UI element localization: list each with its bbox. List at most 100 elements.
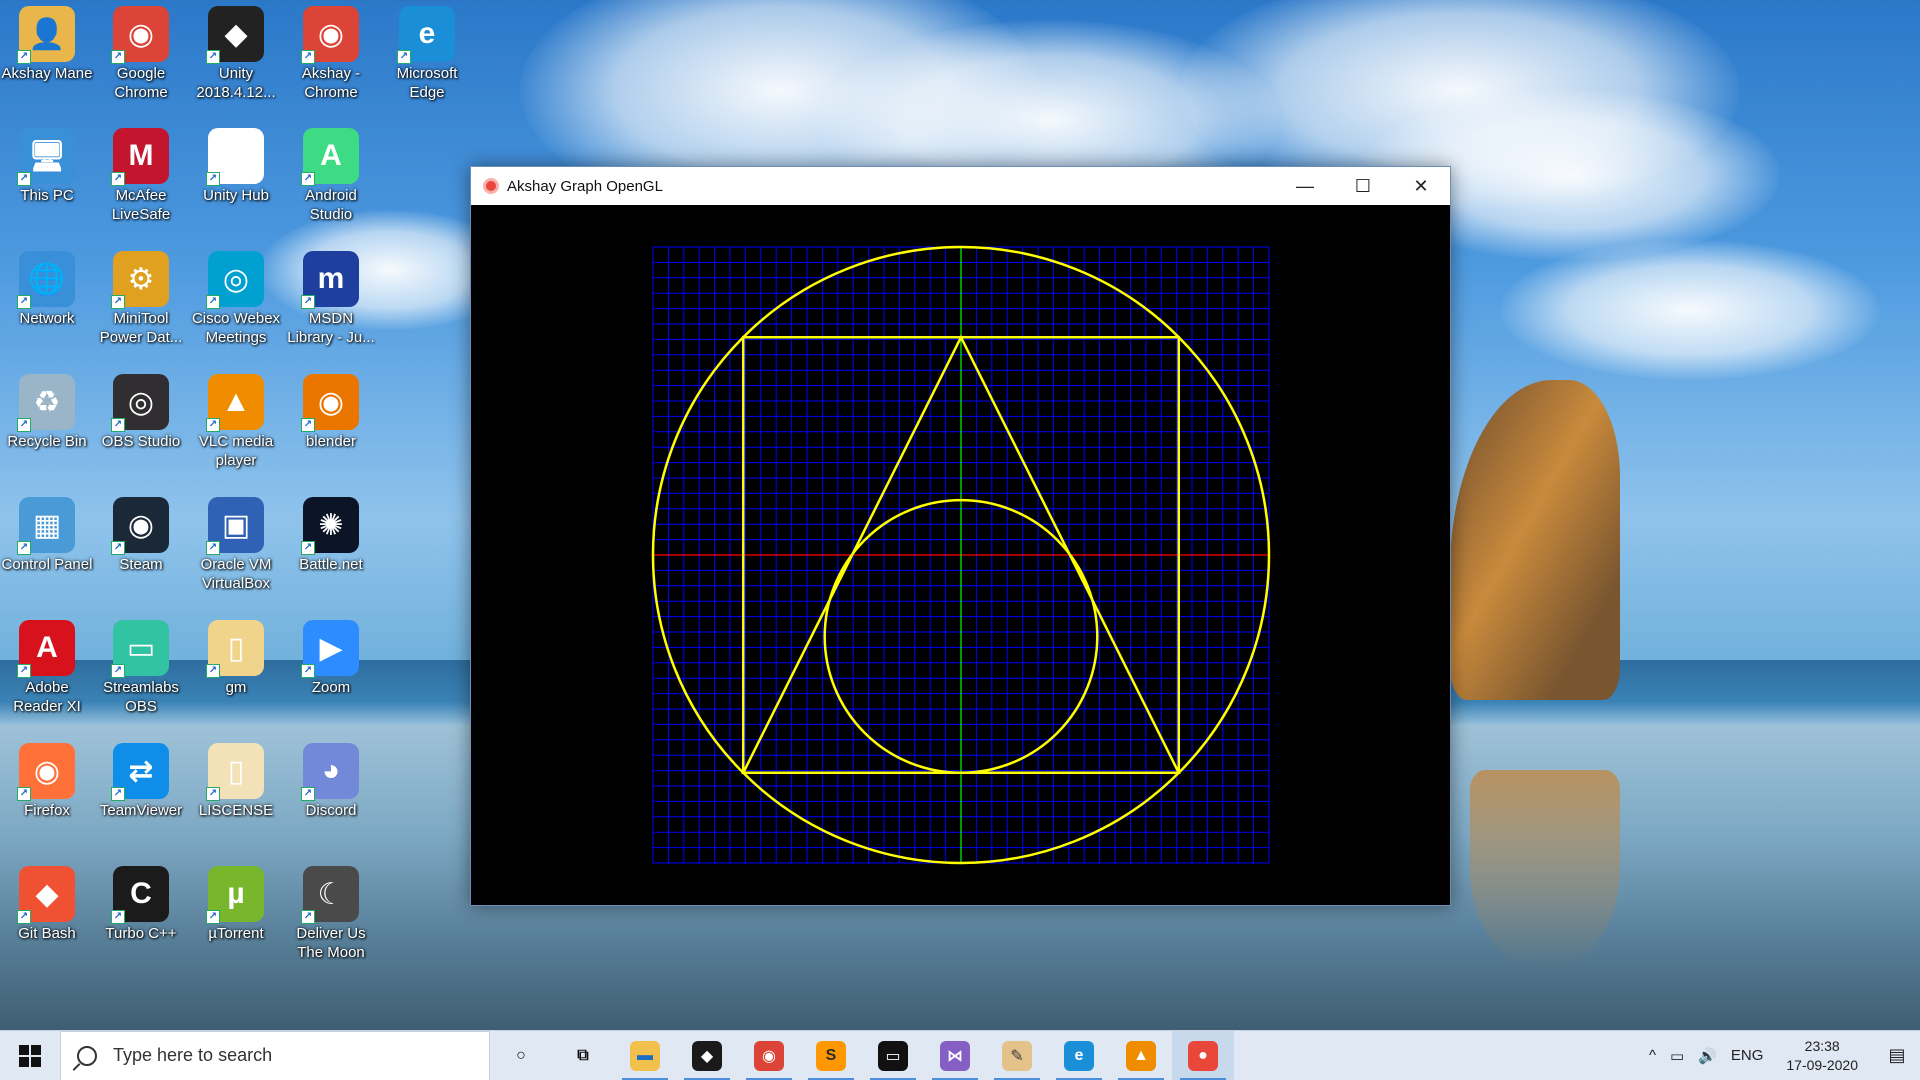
taskbar-button[interactable]: ◆ bbox=[676, 1031, 738, 1080]
shortcut-arrow-icon: ↗ bbox=[111, 172, 125, 186]
desktop-icon[interactable]: m ↗ MSDN Library - Ju... bbox=[284, 245, 378, 363]
desktop-icon[interactable]: 👤 ↗ Akshay Mane bbox=[0, 0, 94, 118]
taskbar-button[interactable]: e bbox=[1048, 1031, 1110, 1080]
close-button[interactable]: ✕ bbox=[1392, 167, 1450, 205]
desktop-icon[interactable]: A ↗ Android Studio bbox=[284, 122, 378, 240]
taskbar-button[interactable]: ▬ bbox=[614, 1031, 676, 1080]
shortcut-arrow-icon: ↗ bbox=[111, 541, 125, 555]
teamviewer-icon: ⇄ ↗ bbox=[111, 743, 169, 801]
discord-icon: ◕ ↗ bbox=[301, 743, 359, 801]
shortcut-arrow-icon: ↗ bbox=[206, 664, 220, 678]
desktop-icon[interactable]: ◎ ↗ OBS Studio bbox=[94, 368, 188, 486]
clock-date: 17-09-2020 bbox=[1786, 1056, 1858, 1073]
desktop-icon[interactable]: µ ↗ µTorrent bbox=[189, 860, 283, 978]
utorrent-icon: µ ↗ bbox=[206, 866, 264, 924]
shortcut-arrow-icon: ↗ bbox=[206, 50, 220, 64]
taskbar-button[interactable]: S bbox=[800, 1031, 862, 1080]
shortcut-arrow-icon: ↗ bbox=[17, 295, 31, 309]
desktop-icon[interactable]: ◉ ↗ blender bbox=[284, 368, 378, 486]
opengl-canvas[interactable] bbox=[471, 205, 1450, 905]
desktop-icon[interactable]: ◕ ↗ Discord bbox=[284, 737, 378, 855]
network-icon: 🌐 ↗ bbox=[17, 251, 75, 309]
window-titlebar[interactable]: Akshay Graph OpenGL — ☐ ✕ bbox=[471, 167, 1450, 205]
opengl-window[interactable]: Akshay Graph OpenGL — ☐ ✕ bbox=[470, 166, 1451, 906]
desktop-icon[interactable]: 🖥 ↗ This PC bbox=[0, 122, 94, 240]
language-indicator[interactable]: ENG bbox=[1724, 1047, 1771, 1064]
shortcut-arrow-icon: ↗ bbox=[301, 172, 315, 186]
desktop-icon[interactable]: ⚙ ↗ MiniTool Power Dat... bbox=[94, 245, 188, 363]
system-tray: ^ ▭ 🔊 ENG 23:38 17-09-2020 ▤ bbox=[1642, 1031, 1920, 1080]
desktop-icon-label: Network bbox=[19, 310, 75, 327]
desktop-icon-label: Akshay - Chrome bbox=[301, 65, 361, 101]
desktop-icon[interactable]: C ↗ Turbo C++ bbox=[94, 860, 188, 978]
desktop-icon[interactable]: ▲ ↗ VLC media player bbox=[189, 368, 283, 486]
desktop-icon[interactable]: A ↗ Adobe Reader XI bbox=[0, 614, 94, 732]
shortcut-arrow-icon: ↗ bbox=[301, 664, 315, 678]
adobe-reader-icon: A ↗ bbox=[17, 620, 75, 678]
desktop-icon[interactable]: ◆ ↗ Unity 2018.4.12... bbox=[189, 0, 283, 118]
sublime-text-icon: S bbox=[816, 1040, 846, 1071]
desktop-icon[interactable]: ☾ ↗ Deliver Us The Moon bbox=[284, 860, 378, 978]
opengl-app-icon bbox=[483, 178, 499, 194]
desktop-icon-label: Cisco Webex Meetings bbox=[191, 310, 281, 346]
clock-time: 23:38 bbox=[1804, 1037, 1840, 1054]
desktop-icon-label: Deliver Us The Moon bbox=[296, 925, 366, 961]
taskbar-button[interactable]: ▲ bbox=[1110, 1031, 1172, 1080]
desktop-icon[interactable]: ▯ ↗ LISCENSE bbox=[189, 737, 283, 855]
maximize-button[interactable]: ☐ bbox=[1334, 167, 1392, 205]
taskbar-button[interactable]: ○ bbox=[490, 1031, 552, 1080]
desktop-icon[interactable]: ✺ ↗ Battle.net bbox=[284, 491, 378, 609]
clock[interactable]: 23:38 17-09-2020 bbox=[1770, 1037, 1874, 1075]
shortcut-arrow-icon: ↗ bbox=[111, 295, 125, 309]
shortcut-arrow-icon: ↗ bbox=[17, 172, 31, 186]
taskbar-button[interactable]: ✎ bbox=[986, 1031, 1048, 1080]
desktop-icon[interactable]: ◎ ↗ Cisco Webex Meetings bbox=[189, 245, 283, 363]
search-box[interactable]: Type here to search bbox=[60, 1030, 490, 1080]
desktop-icon[interactable]: ◉ ↗ Firefox bbox=[0, 737, 94, 855]
desktop-icon[interactable]: ◆ ↗ Git Bash bbox=[0, 860, 94, 978]
desktop-icon[interactable]: ▯ ↗ gm bbox=[189, 614, 283, 732]
android-studio-icon: A ↗ bbox=[301, 128, 359, 186]
desktop-icon[interactable]: ▶ ↗ Zoom bbox=[284, 614, 378, 732]
visual-studio-icon: ⋈ bbox=[940, 1040, 970, 1071]
desktop-icon[interactable]: ▦ ↗ Control Panel bbox=[0, 491, 94, 609]
task-view-icon: ⧉ bbox=[568, 1040, 598, 1071]
terminal-icon: ▭ bbox=[878, 1040, 908, 1071]
tray-overflow-chevron-icon[interactable]: ^ bbox=[1642, 1047, 1663, 1064]
vlc-icon: ▲ bbox=[1126, 1040, 1156, 1071]
shortcut-arrow-icon: ↗ bbox=[206, 418, 220, 432]
taskbar-button[interactable]: ▭ bbox=[862, 1031, 924, 1080]
desktop-icon[interactable]: ⇄ ↗ TeamViewer bbox=[94, 737, 188, 855]
desktop-icon-label: Streamlabs OBS bbox=[103, 679, 179, 715]
desktop-icon[interactable]: ▣ ↗ Oracle VM VirtualBox bbox=[189, 491, 283, 609]
desktop-icon[interactable]: ◉ ↗ Akshay - Chrome bbox=[284, 0, 378, 118]
minimize-button[interactable]: — bbox=[1276, 167, 1334, 205]
taskbar-button[interactable]: ⧉ bbox=[552, 1031, 614, 1080]
desktop-icon[interactable]: M ↗ McAfee LiveSafe bbox=[94, 122, 188, 240]
taskbar-button[interactable]: ◉ bbox=[738, 1031, 800, 1080]
shortcut-arrow-icon: ↗ bbox=[17, 541, 31, 555]
desktop-icon[interactable]: ♻ ↗ Recycle Bin bbox=[0, 368, 94, 486]
desktop-icon[interactable]: e ↗ Microsoft Edge bbox=[380, 0, 474, 118]
taskbar-button[interactable]: ● bbox=[1172, 1030, 1234, 1080]
desktop-icon[interactable]: ◉ ↗ Google Chrome bbox=[94, 0, 188, 118]
battery-icon[interactable]: ▭ bbox=[1663, 1047, 1691, 1065]
desktop-icon[interactable]: 🌐 ↗ Network bbox=[0, 245, 94, 363]
shortcut-arrow-icon: ↗ bbox=[206, 172, 220, 186]
msdn-icon: m ↗ bbox=[301, 251, 359, 309]
paint-icon: ✎ bbox=[1002, 1040, 1032, 1071]
shortcut-arrow-icon: ↗ bbox=[301, 910, 315, 924]
opengl-app-icon: ● bbox=[1188, 1040, 1218, 1071]
desktop-icon[interactable]: ▭ ↗ Streamlabs OBS bbox=[94, 614, 188, 732]
vlc-icon: ▲ ↗ bbox=[206, 374, 264, 432]
volume-icon[interactable]: 🔊 bbox=[1691, 1047, 1724, 1065]
desktop-icon-label: Unity Hub bbox=[203, 187, 269, 204]
taskbar-button[interactable]: ⋈ bbox=[924, 1031, 986, 1080]
steam-icon: ◉ ↗ bbox=[111, 497, 169, 555]
start-button[interactable] bbox=[0, 1031, 60, 1080]
desktop-icon-label: Steam bbox=[119, 556, 163, 573]
shortcut-arrow-icon: ↗ bbox=[301, 50, 315, 64]
notification-center-icon[interactable]: ▤ bbox=[1874, 1031, 1920, 1080]
desktop-icon[interactable]: ◉ ↗ Steam bbox=[94, 491, 188, 609]
desktop-icon[interactable]: ◆ ↗ Unity Hub bbox=[189, 122, 283, 240]
